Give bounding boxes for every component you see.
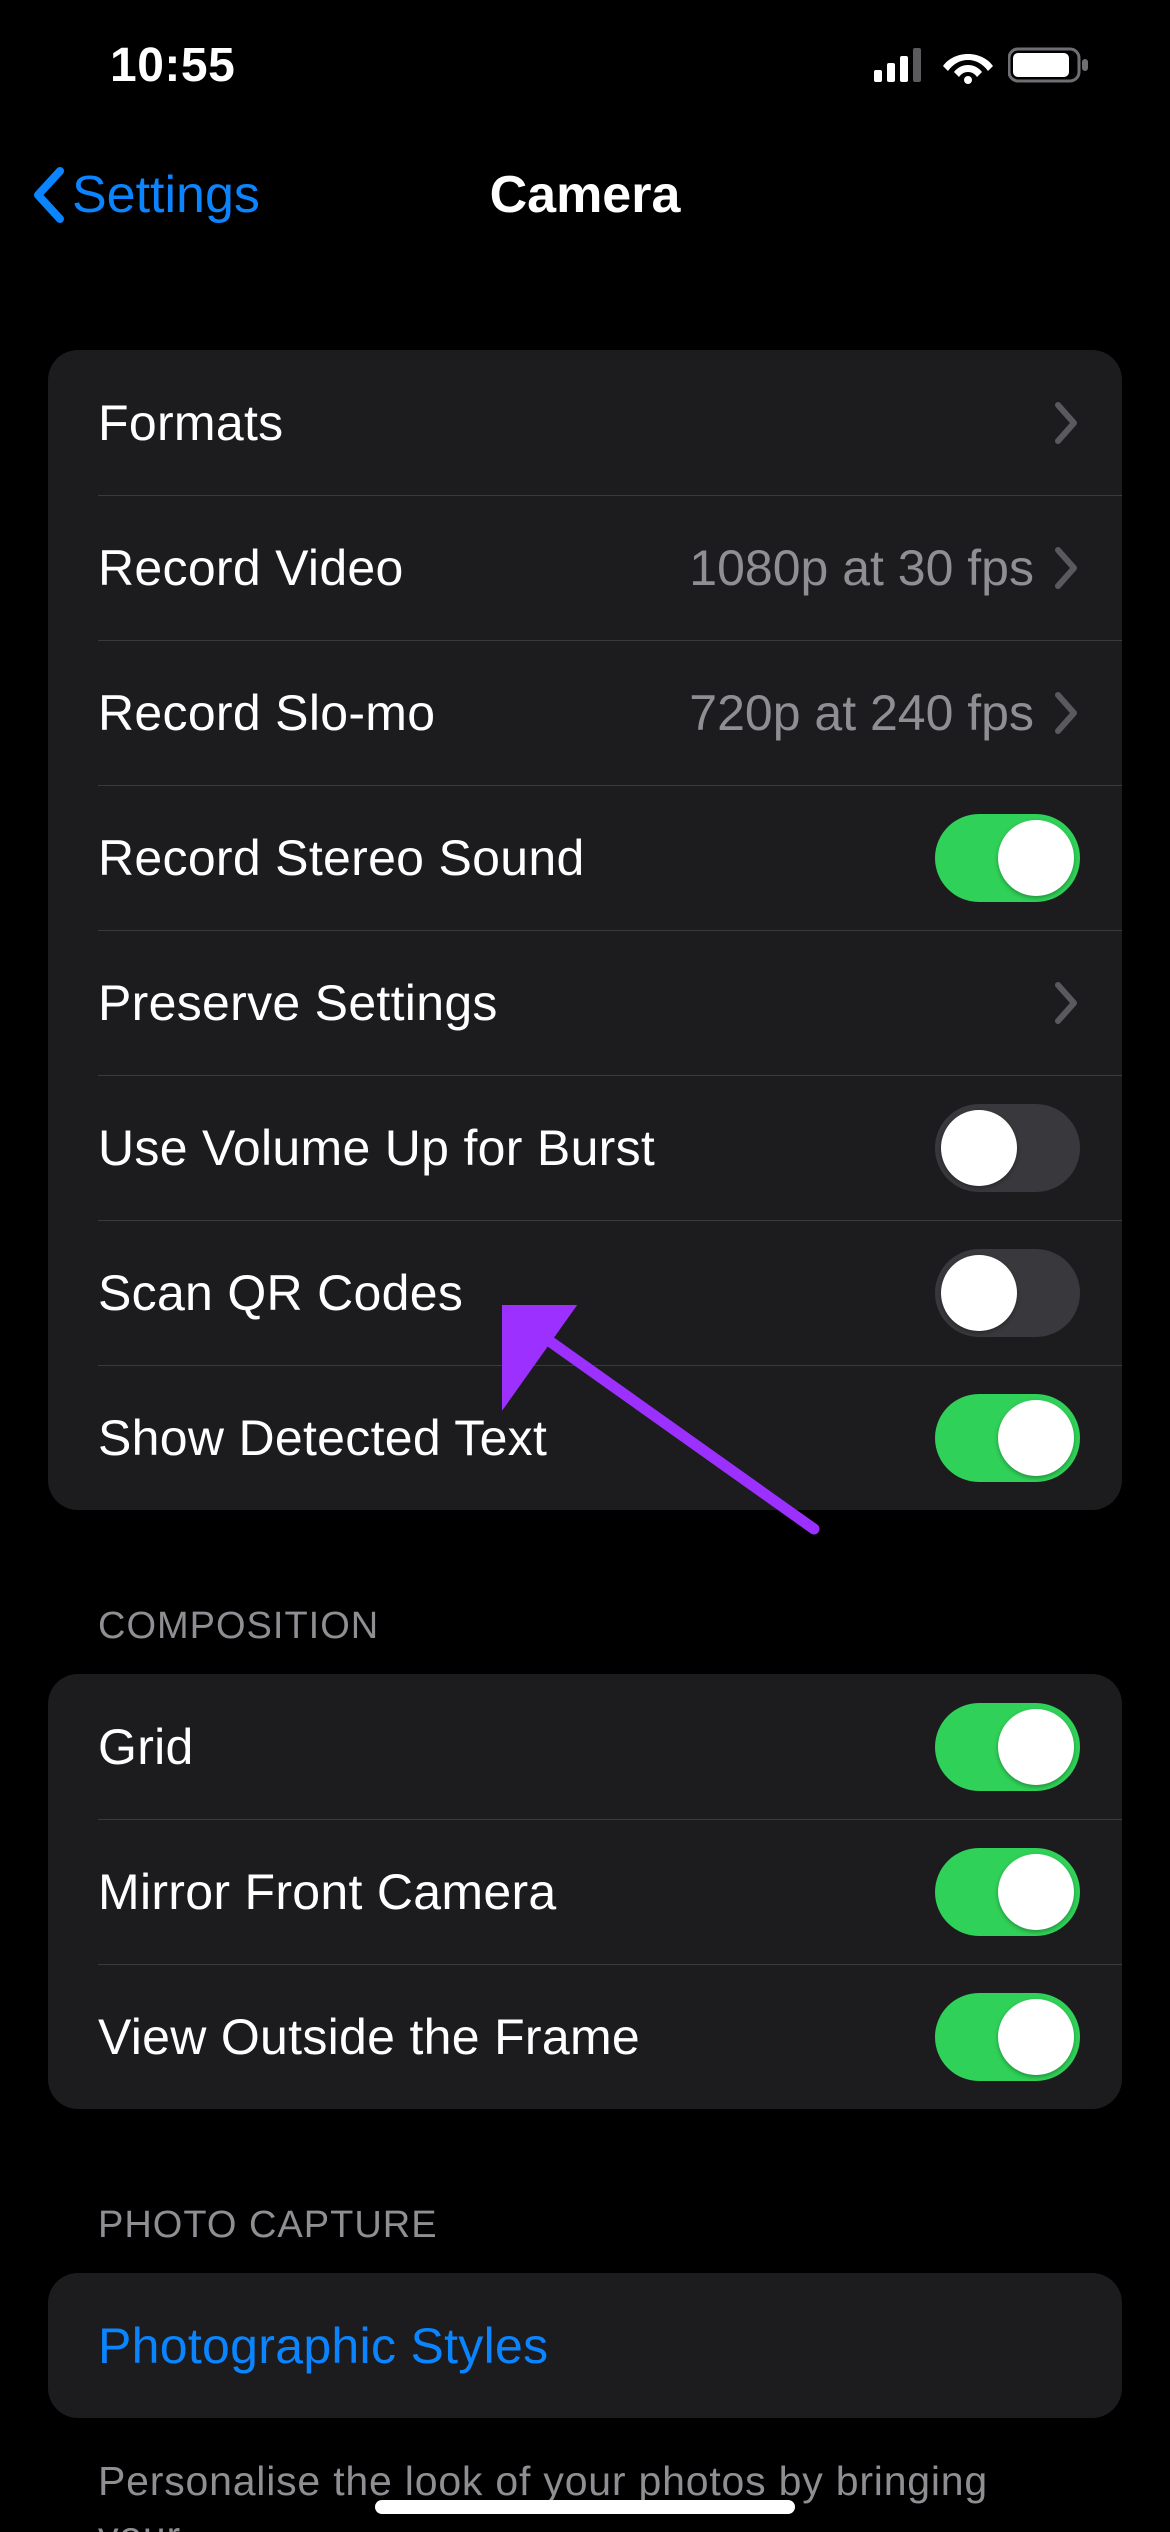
back-button[interactable]: Settings [30,165,260,225]
section-header-photo-capture: PHOTO CAPTURE [48,2109,1122,2273]
row-label: Show Detected Text [98,1409,935,1467]
row-view-outside-frame: View Outside the Frame [48,1964,1122,2109]
row-label: Record Video [98,539,689,597]
toggle-grid[interactable] [935,1703,1080,1791]
status-bar: 10:55 [0,0,1170,130]
row-detail: 720p at 240 fps [689,684,1034,742]
settings-group-photo-capture: Photographic Styles [48,2273,1122,2418]
back-label: Settings [72,165,260,225]
section-header-composition: COMPOSITION [48,1510,1122,1674]
settings-group-main: Formats Record Video 1080p at 30 fps Rec… [48,350,1122,1510]
chevron-right-icon [1054,546,1080,590]
row-photographic-styles[interactable]: Photographic Styles [48,2273,1122,2418]
row-volume-up-burst: Use Volume Up for Burst [48,1075,1122,1220]
chevron-right-icon [1054,401,1080,445]
row-detail: 1080p at 30 fps [689,539,1034,597]
row-record-stereo-sound: Record Stereo Sound [48,785,1122,930]
status-time: 10:55 [110,38,235,93]
row-label: Use Volume Up for Burst [98,1119,935,1177]
row-record-video[interactable]: Record Video 1080p at 30 fps [48,495,1122,640]
nav-bar: Settings Camera [0,130,1170,260]
page-title: Camera [490,165,681,225]
row-label: Record Stereo Sound [98,829,935,887]
toggle-mirror-front-camera[interactable] [935,1848,1080,1936]
toggle-show-detected-text[interactable] [935,1394,1080,1482]
cellular-icon [874,48,928,82]
row-formats[interactable]: Formats [48,350,1122,495]
row-label: Record Slo-mo [98,684,689,742]
row-label: Scan QR Codes [98,1264,935,1322]
row-show-detected-text: Show Detected Text [48,1365,1122,1510]
chevron-left-icon [30,165,68,225]
row-label: Preserve Settings [98,974,1054,1032]
row-label: Formats [98,394,1054,452]
row-scan-qr-codes: Scan QR Codes [48,1220,1122,1365]
battery-icon [1008,46,1090,84]
row-record-slomo[interactable]: Record Slo-mo 720p at 240 fps [48,640,1122,785]
section-footer-photo-capture: Personalise the look of your photos by b… [48,2418,1122,2532]
row-label: Grid [98,1718,935,1776]
row-grid: Grid [48,1674,1122,1819]
row-label: Photographic Styles [98,2317,1080,2375]
toggle-record-stereo-sound[interactable] [935,814,1080,902]
toggle-scan-qr-codes[interactable] [935,1249,1080,1337]
settings-group-composition: Grid Mirror Front Camera View Outside th… [48,1674,1122,2109]
row-label: Mirror Front Camera [98,1863,935,1921]
chevron-right-icon [1054,981,1080,1025]
home-indicator[interactable] [375,2500,795,2514]
wifi-icon [942,46,994,84]
chevron-right-icon [1054,691,1080,735]
row-label: View Outside the Frame [98,2008,935,2066]
toggle-volume-up-burst[interactable] [935,1104,1080,1192]
row-preserve-settings[interactable]: Preserve Settings [48,930,1122,1075]
content: Formats Record Video 1080p at 30 fps Rec… [0,260,1170,2532]
toggle-view-outside-frame[interactable] [935,1993,1080,2081]
status-icons [874,46,1120,84]
row-mirror-front-camera: Mirror Front Camera [48,1819,1122,1964]
